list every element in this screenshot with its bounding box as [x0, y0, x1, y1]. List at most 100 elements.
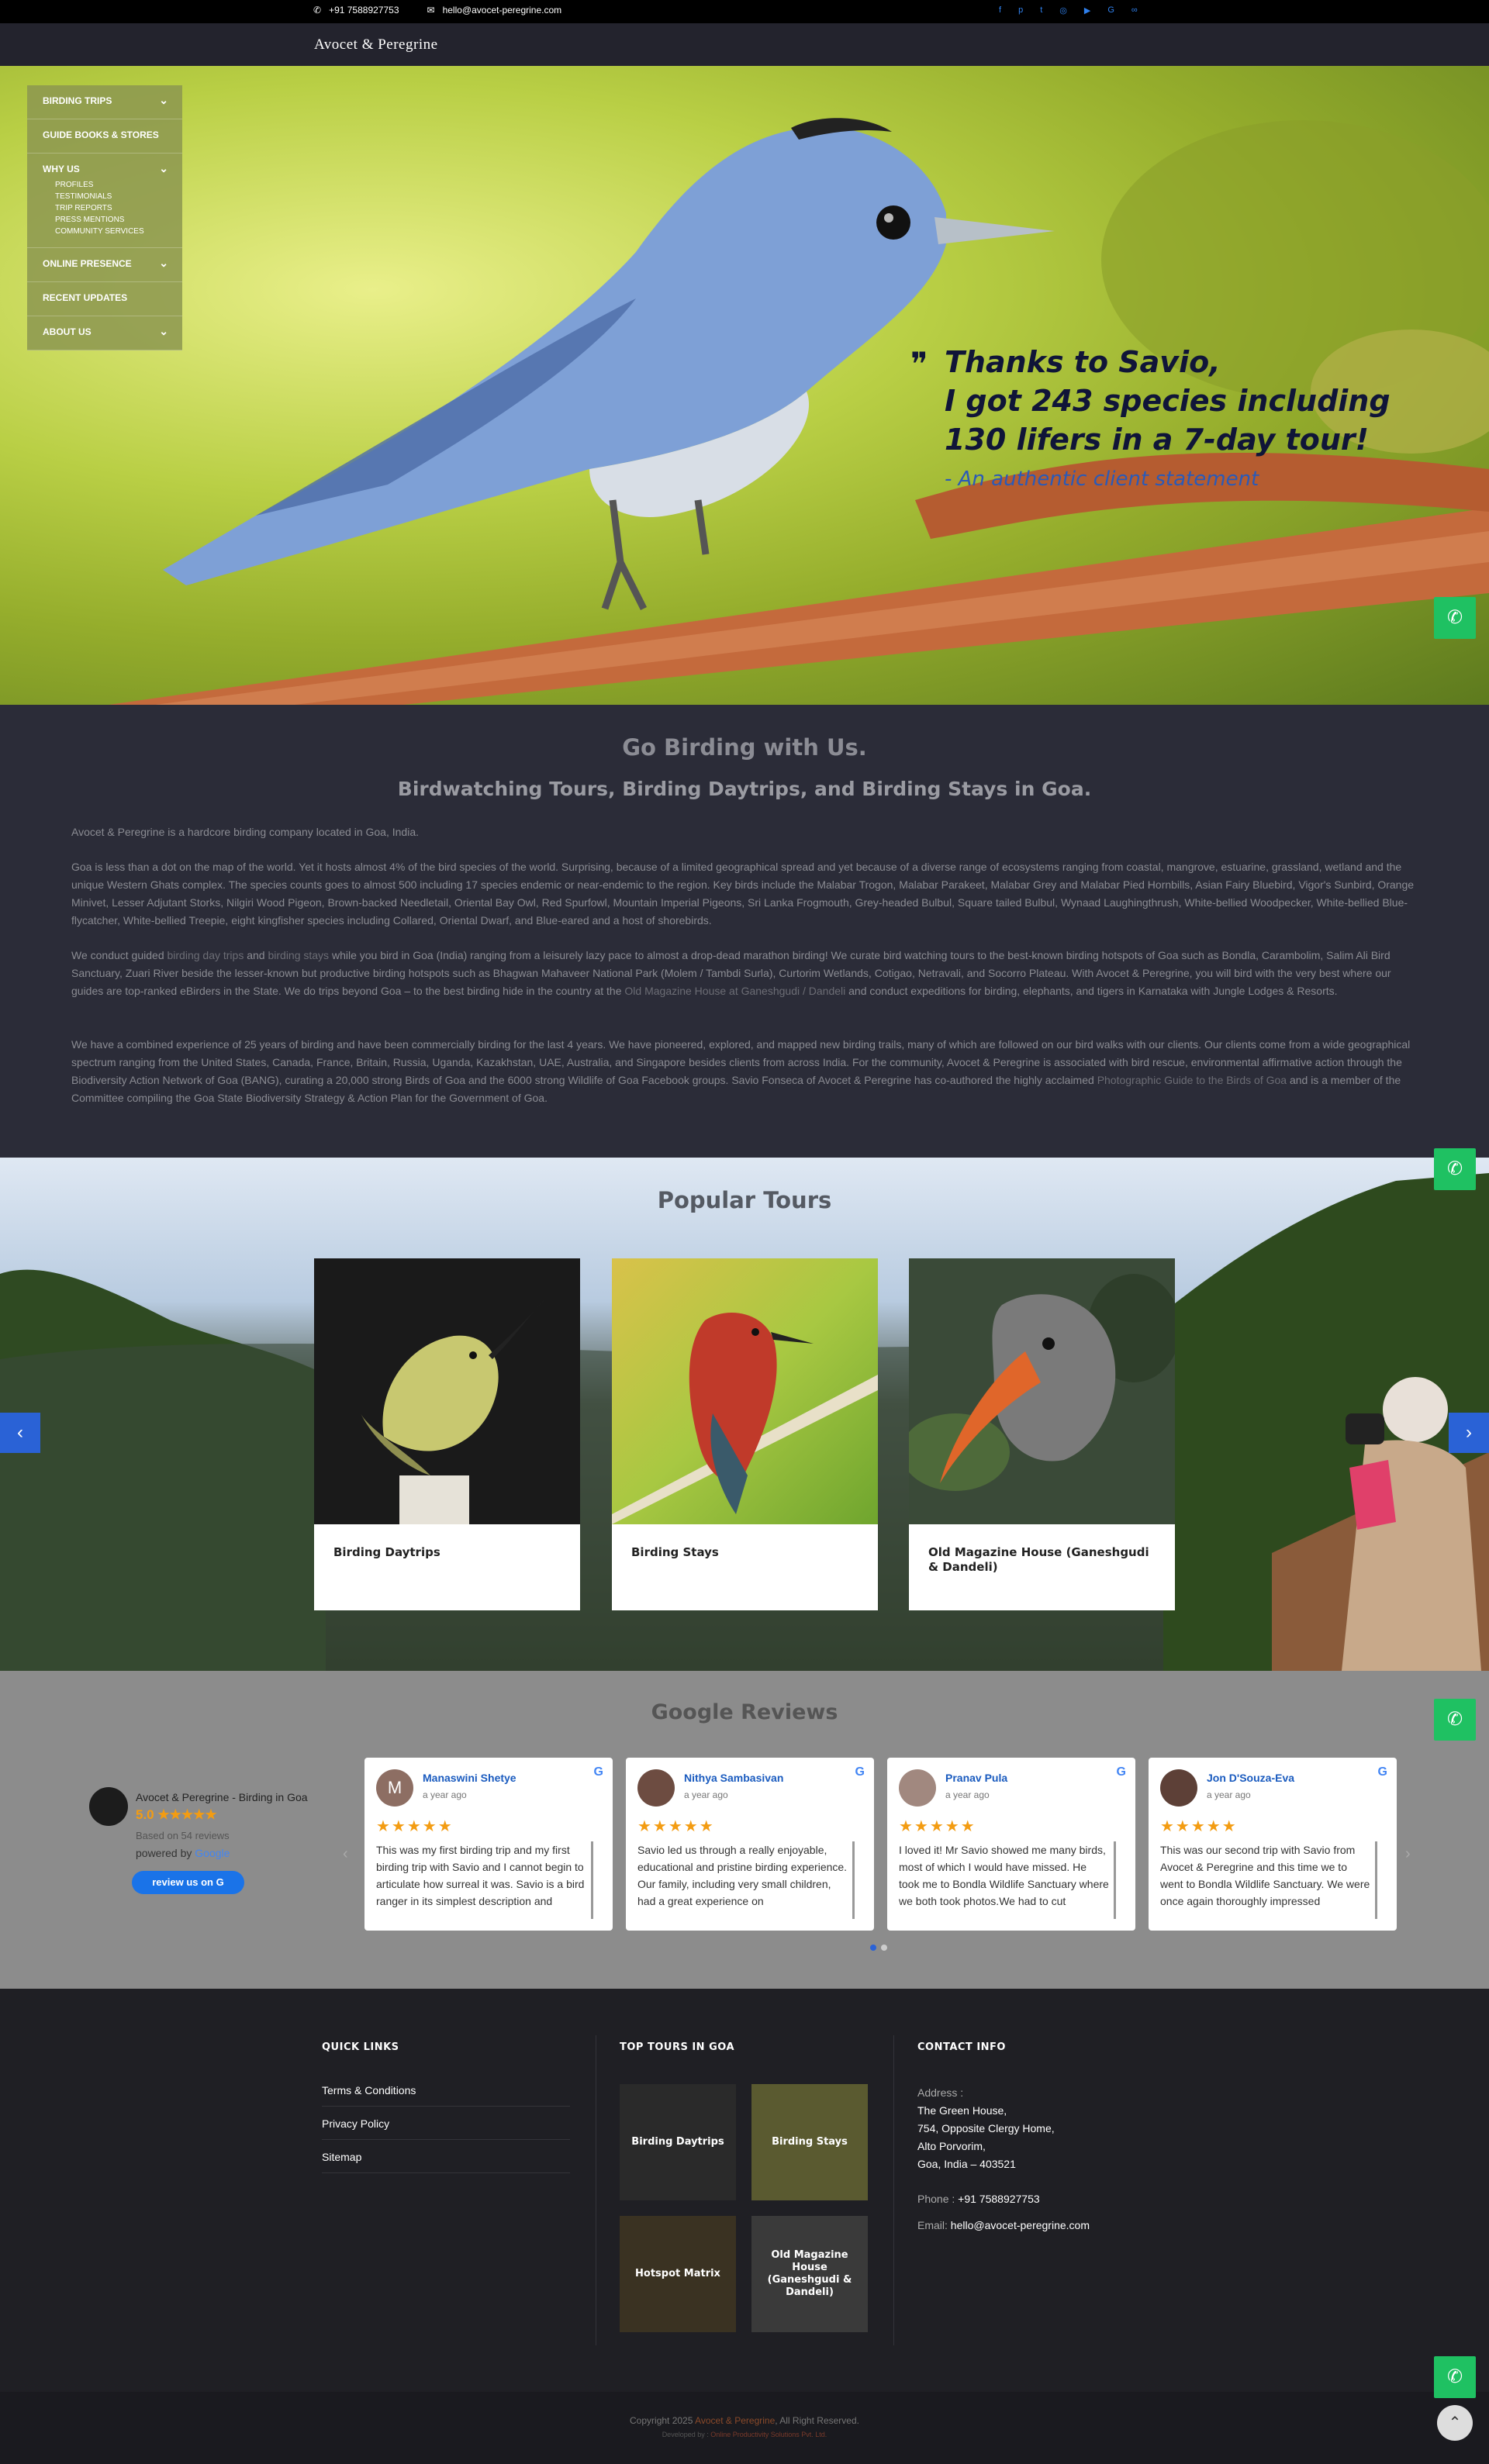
tours-title: Popular Tours: [657, 1187, 832, 1213]
about-section: Go Birding with Us. Birdwatching Tours, …: [0, 705, 1489, 1158]
reviews-prev-icon[interactable]: ‹: [343, 1845, 348, 1863]
tour-card-title: Birding Daytrips: [333, 1545, 440, 1559]
whatsapp-icon: ✆: [1446, 1709, 1463, 1730]
popular-tours-section: Popular Tours Birding Daytrips Birding S…: [0, 1158, 1489, 1671]
social-links: f p t ◎ ▶ G ∞: [999, 5, 1138, 16]
chevron-down-icon: ⌄: [159, 257, 168, 269]
review-us-button[interactable]: review us on G: [132, 1871, 244, 1894]
tour-card-image: [314, 1258, 580, 1524]
submenu-testimonials[interactable]: TESTIMONIALS: [43, 191, 167, 202]
menu-why-us[interactable]: WHY US ⌄ PROFILES TESTIMONIALS TRIP REPOR…: [27, 154, 182, 248]
top-tour-thumb[interactable]: Birding Daytrips: [620, 2084, 736, 2200]
twitter-icon[interactable]: t: [1040, 5, 1042, 16]
address-label: Address :: [917, 2086, 964, 2099]
contact-column: CONTACT INFO Address : The Green House, …: [917, 2041, 1166, 2235]
whatsapp-button[interactable]: ✆: [1434, 1699, 1476, 1741]
link-privacy[interactable]: Privacy Policy: [322, 2107, 570, 2140]
tour-card[interactable]: Old Magazine House (Ganeshgudi & Dandeli…: [909, 1258, 1175, 1610]
address-line: The Green House,: [917, 2104, 1007, 2117]
logo-bar: Avocet & Peregrine: [0, 23, 1489, 66]
review-stars: ★★★★★: [637, 1818, 715, 1835]
business-name: Avocet & Peregrine - Birding in Goa: [136, 1791, 308, 1803]
about-title: Go Birding with Us.: [622, 734, 867, 761]
tours-next-button[interactable]: ›: [1449, 1413, 1489, 1453]
chevron-left-icon: ‹: [17, 1422, 23, 1443]
youtube-icon[interactable]: ▶: [1084, 5, 1090, 16]
google-reviews-section: Google Reviews Avocet & Peregrine - Bird…: [0, 1671, 1489, 1989]
reviewer-name[interactable]: Jon D'Souza-Eva: [1207, 1772, 1294, 1784]
quick-links-column: QUICK LINKS Terms & Conditions Privacy P…: [322, 2041, 570, 2173]
whatsapp-icon: ✆: [313, 5, 322, 16]
review-text: This was our second trip with Savio from…: [1160, 1841, 1377, 1919]
review-date: a year ago: [945, 1789, 990, 1800]
facebook-icon[interactable]: f: [999, 5, 1001, 16]
link-birding-stays[interactable]: birding stays: [268, 949, 329, 961]
tours-prev-button[interactable]: ‹: [0, 1413, 40, 1453]
back-to-top-button[interactable]: ⌃: [1437, 2405, 1473, 2441]
about-paragraph-2: Goa is less than a dot on the map of the…: [71, 861, 1415, 927]
footer-divider: [893, 2035, 894, 2345]
submenu-community-services[interactable]: COMMUNITY SERVICES: [43, 226, 167, 237]
tour-card-title: Birding Stays: [631, 1545, 719, 1559]
top-phone[interactable]: ✆ +91 7588927753: [313, 5, 399, 16]
google-icon: G: [216, 1876, 224, 1888]
side-menu: BIRDING TRIPS ⌄ GUIDE BOOKS & STORES WHY …: [27, 85, 182, 350]
powered-by: powered by Google: [136, 1847, 230, 1859]
top-tour-thumb[interactable]: Old Magazine House (Ganeshgudi & Dandeli…: [751, 2216, 868, 2332]
reviews-dot[interactable]: [881, 1945, 887, 1951]
whatsapp-icon: ✆: [1446, 2366, 1463, 2387]
submenu-press-mentions[interactable]: PRESS MENTIONS: [43, 214, 167, 226]
rating-score: 5.0 ★★★★★: [136, 1807, 217, 1822]
submenu-profiles[interactable]: PROFILES: [43, 179, 167, 191]
menu-birding-trips[interactable]: BIRDING TRIPS ⌄: [27, 85, 182, 119]
review-card: M Manaswini Shetye a year ago G ★★★★★ Th…: [364, 1758, 613, 1931]
reviewer-name[interactable]: Nithya Sambasivan: [684, 1772, 783, 1784]
reviews-dot[interactable]: [870, 1945, 876, 1951]
review-text: I loved it! Mr Savio showed me many bird…: [899, 1841, 1116, 1919]
whatsapp-button[interactable]: ✆: [1434, 597, 1476, 639]
review-card: Jon D'Souza-Eva a year ago G ★★★★★ This …: [1149, 1758, 1397, 1931]
tour-card-image: [612, 1258, 878, 1524]
whatsapp-button[interactable]: ✆: [1434, 2356, 1476, 2398]
whatsapp-icon: ✆: [1446, 607, 1463, 628]
review-date: a year ago: [684, 1789, 728, 1800]
link-terms[interactable]: Terms & Conditions: [322, 2073, 570, 2107]
tripadvisor-icon[interactable]: ∞: [1131, 5, 1138, 16]
reviewer-name[interactable]: Manaswini Shetye: [423, 1772, 516, 1784]
menu-online-presence[interactable]: ONLINE PRESENCE ⌄: [27, 248, 182, 282]
instagram-icon[interactable]: ◎: [1059, 5, 1067, 16]
why-us-submenu: PROFILES TESTIMONIALS TRIP REPORTS PRESS…: [43, 179, 167, 237]
pinterest-icon[interactable]: p: [1018, 5, 1023, 16]
menu-recent-updates[interactable]: RECENT UPDATES: [27, 282, 182, 316]
reviews-next-icon[interactable]: ›: [1405, 1845, 1411, 1863]
tour-card[interactable]: Birding Stays: [612, 1258, 878, 1610]
reviewer-name[interactable]: Pranav Pula: [945, 1772, 1007, 1784]
review-card: Pranav Pula a year ago G ★★★★★ I loved i…: [887, 1758, 1135, 1931]
review-stars: ★★★★★: [376, 1818, 454, 1835]
top-tour-thumb[interactable]: Birding Stays: [751, 2084, 868, 2200]
link-sitemap[interactable]: Sitemap: [322, 2140, 570, 2173]
mail-icon: ✉: [427, 5, 435, 16]
contact-title: CONTACT INFO: [917, 2041, 1006, 2053]
top-tour-thumb[interactable]: Hotspot Matrix: [620, 2216, 736, 2332]
top-email[interactable]: ✉ hello@avocet-peregrine.com: [427, 5, 562, 16]
about-subtitle: Birdwatching Tours, Birding Daytrips, an…: [397, 778, 1092, 800]
link-old-magazine-house[interactable]: Old Magazine House at Ganeshgudi / Dande…: [624, 985, 845, 997]
google-icon[interactable]: G: [1107, 5, 1114, 16]
tour-card[interactable]: Birding Daytrips: [314, 1258, 580, 1610]
top-tours-column: TOP TOURS IN GOA Birding Daytrips Birdin…: [620, 2041, 883, 2367]
chevron-up-icon: ⌃: [1448, 2414, 1462, 2431]
review-card: Nithya Sambasivan a year ago G ★★★★★ Sav…: [626, 1758, 874, 1931]
link-birding-day-trips[interactable]: birding day trips: [168, 949, 244, 961]
whatsapp-button[interactable]: ✆: [1434, 1148, 1476, 1190]
google-icon: G: [1377, 1765, 1387, 1779]
tour-card-image: [909, 1258, 1175, 1524]
link-photographic-guide[interactable]: Photographic Guide to the Birds of Goa: [1097, 1074, 1287, 1086]
menu-about-us[interactable]: ABOUT US ⌄: [27, 316, 182, 350]
reviewer-avatar: M: [376, 1769, 413, 1807]
menu-guide-books[interactable]: GUIDE BOOKS & STORES: [27, 119, 182, 154]
top-bar: ✆ +91 7588927753 ✉ hello@avocet-peregrine.…: [0, 0, 1489, 23]
developer-credit: Developed by : Online Productivity Solut…: [662, 2431, 827, 2438]
site-logo[interactable]: Avocet & Peregrine: [314, 36, 438, 53]
submenu-trip-reports[interactable]: TRIP REPORTS: [43, 202, 167, 214]
